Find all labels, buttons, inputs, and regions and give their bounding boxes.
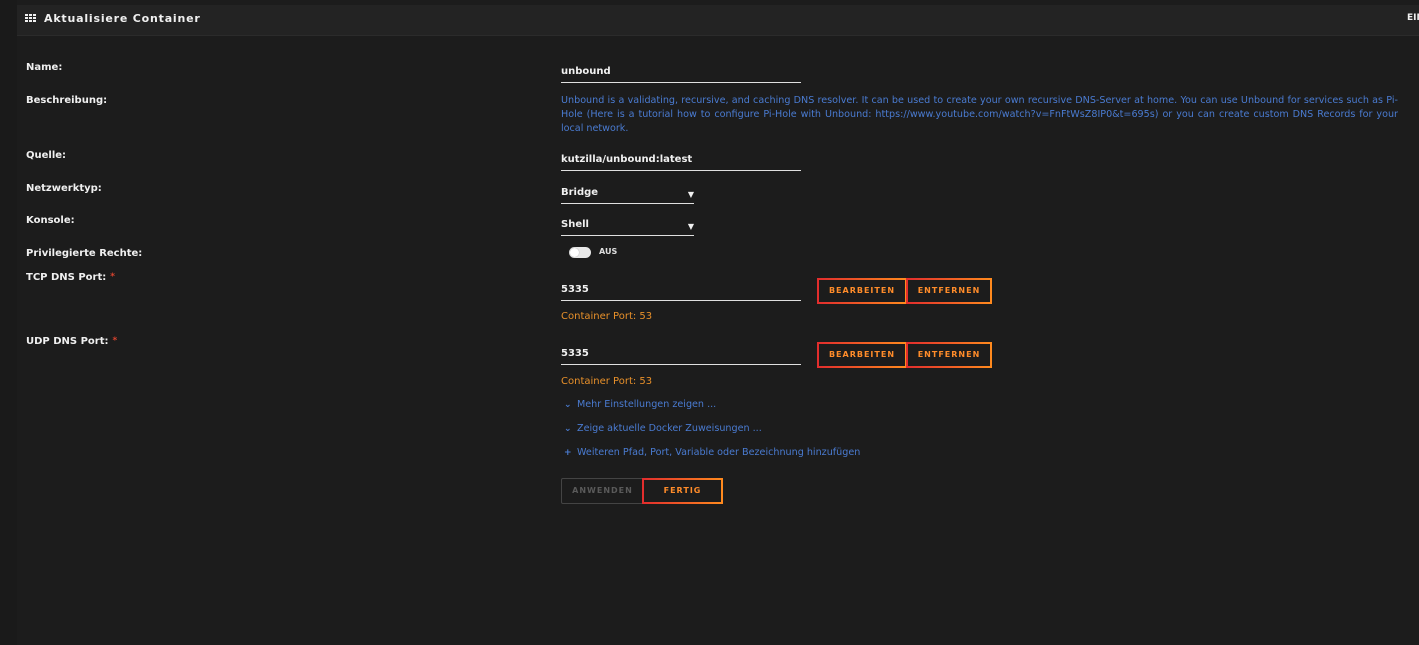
udp-container-port-hint: Container Port: 53 bbox=[561, 376, 653, 387]
caret-down-icon: ▼ bbox=[687, 190, 694, 199]
privileged-state: AUS bbox=[599, 247, 618, 256]
view-toggle-link[interactable]: EINFACHE ANSICHT bbox=[1407, 13, 1419, 23]
toggle-knob bbox=[570, 248, 579, 257]
chevron-down-icon: ⌄ bbox=[564, 400, 572, 410]
udp-port-label-text: UDP DNS Port: bbox=[26, 336, 109, 347]
tcp-port-label: TCP DNS Port: * bbox=[26, 272, 115, 283]
console-value: Shell bbox=[561, 219, 589, 230]
tcp-remove-button[interactable]: ENTFERNEN bbox=[906, 278, 992, 304]
page-title: Aktualisiere Container bbox=[44, 12, 201, 25]
description-label: Beschreibung: bbox=[26, 95, 108, 106]
name-input[interactable]: unbound bbox=[561, 65, 801, 83]
add-config-link[interactable]: + Weiteren Pfad, Port, Variable oder Beze… bbox=[564, 447, 860, 458]
caret-down-icon: ▼ bbox=[687, 222, 694, 231]
tcp-port-label-text: TCP DNS Port: bbox=[26, 272, 107, 283]
chevron-down-icon: ⌄ bbox=[564, 424, 572, 434]
network-type-label: Netzwerktyp: bbox=[26, 183, 102, 194]
left-strip bbox=[0, 0, 17, 645]
required-marker: * bbox=[110, 272, 115, 282]
docker-mappings-link[interactable]: ⌄ Zeige aktuelle Docker Zuweisungen ... bbox=[564, 423, 762, 434]
udp-port-input[interactable]: 5335 bbox=[561, 347, 801, 365]
source-label: Quelle: bbox=[26, 150, 67, 161]
console-label: Konsole: bbox=[26, 215, 75, 226]
docker-mappings-text: Zeige aktuelle Docker Zuweisungen ... bbox=[577, 423, 762, 434]
more-settings-text: Mehr Einstellungen zeigen ... bbox=[577, 399, 717, 410]
tcp-edit-button[interactable]: BEARBEITEN bbox=[817, 278, 907, 304]
required-marker: * bbox=[112, 336, 118, 346]
udp-remove-button[interactable]: ENTFERNEN bbox=[906, 342, 992, 368]
description-text: Unbound is a validating, recursive, and … bbox=[561, 95, 1398, 134]
tcp-container-port-hint: Container Port: 53 bbox=[561, 311, 653, 322]
network-type-select[interactable]: Bridge ▼ bbox=[561, 186, 694, 204]
apply-button[interactable]: ANWENDEN bbox=[561, 478, 644, 504]
done-button[interactable]: FERTIG bbox=[642, 478, 723, 504]
console-select[interactable]: Shell ▼ bbox=[561, 218, 694, 236]
privileged-toggle[interactable] bbox=[569, 247, 591, 258]
udp-edit-button[interactable]: BEARBEITEN bbox=[817, 342, 907, 368]
more-settings-link[interactable]: ⌄ Mehr Einstellungen zeigen ... bbox=[564, 399, 716, 410]
network-type-value: Bridge bbox=[561, 187, 599, 198]
privileged-label: Privilegierte Rechte: bbox=[26, 248, 143, 259]
plus-icon: + bbox=[564, 448, 572, 458]
udp-port-label: UDP DNS Port: * bbox=[26, 336, 117, 347]
grid-icon bbox=[25, 14, 36, 23]
name-label: Name: bbox=[26, 62, 63, 73]
title-bar: Aktualisiere Container EINFACHE ANSICHT bbox=[17, 5, 1419, 36]
tcp-port-input[interactable]: 5335 bbox=[561, 283, 801, 301]
source-input[interactable]: kutzilla/unbound:latest bbox=[561, 153, 801, 171]
add-config-text: Weiteren Pfad, Port, Variable oder Bezei… bbox=[577, 447, 861, 458]
